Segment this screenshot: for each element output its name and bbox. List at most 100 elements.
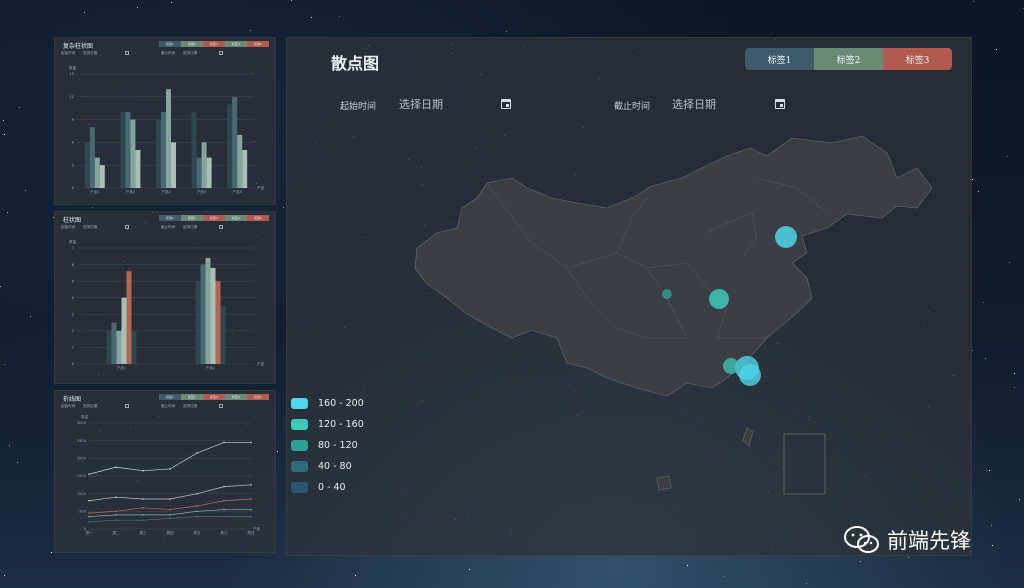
scatter-point[interactable] [662, 289, 672, 299]
data-point [223, 508, 225, 511]
end-date-input[interactable]: 选择日期 [183, 51, 197, 56]
star [249, 29, 251, 31]
data-point [169, 468, 171, 470]
mini-tag-4[interactable]: 标签4 [225, 394, 247, 400]
series-line [88, 516, 251, 523]
data-point [250, 508, 252, 511]
mini-tag-5[interactable]: 标签5 [247, 394, 269, 400]
scatter-point[interactable] [739, 364, 761, 386]
legend-item[interactable]: 120 - 160 [291, 414, 364, 435]
star [991, 544, 993, 546]
data-point [115, 514, 117, 516]
y-tick-label: 500 [79, 510, 87, 514]
bar [166, 89, 171, 188]
bar [201, 142, 207, 188]
mini-tag-4[interactable]: 标签4 [225, 215, 247, 221]
y-tick-label: 3000 [77, 421, 87, 425]
bar [125, 112, 131, 188]
legend-swatch [291, 482, 308, 493]
star [989, 469, 991, 471]
scatter-point[interactable] [723, 358, 739, 374]
star [1009, 262, 1011, 264]
star [171, 1, 173, 3]
bar-chart-panel: 柱状图 标签1 标签2 标签3 标签4 标签5 起始时间 选择日期 截止时间 选择日期 … [54, 211, 276, 384]
end-date-input[interactable]: 选择日期 [183, 225, 197, 230]
panel-title: 复杂柱状图 [63, 43, 94, 50]
bar [227, 104, 233, 188]
calendar-icon[interactable] [219, 404, 223, 408]
watermark: 前端先锋 [843, 525, 971, 555]
start-date-input[interactable]: 选择日期 [83, 225, 97, 230]
bar-chart: 数量 0 1 2 3 4 5 6 7 产品产品1 产品2 [69, 239, 265, 370]
y-tick-label: 6 [72, 141, 75, 145]
bar [156, 119, 161, 188]
x-tick-label: 产品2 [206, 365, 215, 370]
x-tick-label: 周四 [166, 530, 174, 535]
y-tick-label: 1000 [77, 492, 87, 496]
legend-item[interactable]: 0 - 40 [291, 477, 364, 498]
legend-swatch [291, 419, 308, 430]
star [355, 574, 357, 576]
bar [131, 330, 137, 364]
complex-bar-chart: 数量 0 3 6 9 12 15 产品产品1 产品2 产品3 产品4 产品5 [69, 65, 265, 194]
star [338, 16, 340, 18]
star [978, 191, 980, 193]
y-tick-label: 6 [72, 263, 75, 267]
data-point [196, 505, 198, 507]
mini-tag-1[interactable]: 标签1 [159, 394, 181, 400]
mini-tag-3[interactable]: 标签3 [203, 41, 225, 47]
data-point [196, 515, 198, 518]
legend-item[interactable]: 40 - 80 [291, 456, 364, 477]
watermark-text: 前端先锋 [887, 529, 971, 553]
mini-tag-3[interactable]: 标签3 [203, 394, 225, 400]
data-point [115, 510, 117, 513]
data-point [223, 499, 225, 502]
start-date-input[interactable]: 选择日期 [83, 404, 97, 409]
mini-tag-3[interactable]: 标签3 [203, 215, 225, 221]
star [282, 207, 284, 209]
scatter-point[interactable] [775, 226, 797, 248]
legend-item[interactable]: 160 - 200 [291, 393, 364, 414]
bar [89, 127, 95, 188]
legend-item[interactable]: 80 - 120 [291, 435, 364, 456]
calendar-icon[interactable] [219, 51, 223, 55]
star [3, 364, 5, 366]
mini-tag-2[interactable]: 标签2 [181, 394, 203, 400]
series-line [88, 498, 252, 514]
x-tick-label: 周五 [193, 530, 201, 535]
calendar-icon[interactable] [125, 225, 129, 229]
y-tick-label: 2 [72, 329, 74, 333]
star [3, 133, 5, 135]
mini-tag-2[interactable]: 标签2 [181, 41, 203, 47]
star [17, 462, 19, 464]
star [1014, 387, 1016, 389]
end-date-input[interactable]: 选择日期 [183, 404, 197, 409]
calendar-icon[interactable] [125, 404, 129, 408]
china-map [414, 135, 933, 495]
y-tick-label: 1 [72, 346, 74, 350]
data-point [169, 517, 171, 520]
calendar-icon[interactable] [219, 225, 223, 229]
y-tick-label: 9 [72, 118, 75, 122]
y-tick-label: 1500 [77, 474, 87, 478]
mini-tag-5[interactable]: 标签5 [247, 41, 269, 47]
data-point [196, 510, 198, 513]
scatter-point[interactable] [709, 289, 729, 309]
data-point [196, 452, 198, 454]
x-tick-label: 产品2 [126, 189, 135, 194]
bar [106, 330, 112, 364]
mini-tag-1[interactable]: 标签1 [159, 215, 181, 221]
mini-tag-5[interactable]: 标签5 [247, 215, 269, 221]
start-date-input[interactable]: 选择日期 [83, 51, 97, 56]
complex-bar-chart-panel: 复杂柱状图 标签1 标签2 标签3 标签4 标签5 起始时间 选择日期 截止时间 选择日… [54, 37, 276, 205]
star [7, 211, 9, 213]
data-point [169, 514, 171, 516]
y-axis-label: 数量 [81, 414, 89, 419]
mini-tag-1[interactable]: 标签1 [159, 41, 181, 47]
hainan-shape [656, 475, 672, 491]
mini-tag-2[interactable]: 标签2 [181, 215, 203, 221]
star [1022, 8, 1024, 10]
mini-tag-4[interactable]: 标签4 [225, 41, 247, 47]
bar [171, 142, 176, 188]
calendar-icon[interactable] [125, 51, 129, 55]
